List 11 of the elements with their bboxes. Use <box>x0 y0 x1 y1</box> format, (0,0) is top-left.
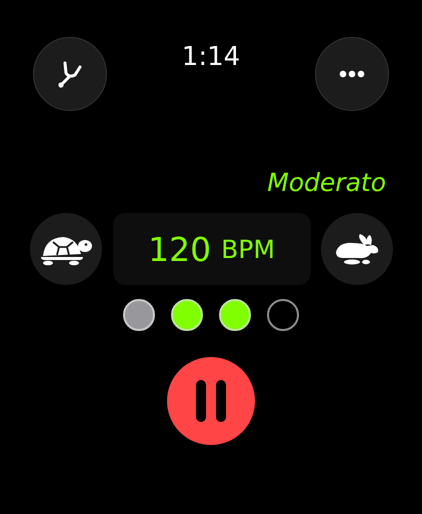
beat-dot <box>267 299 299 331</box>
beat-dot <box>123 299 155 331</box>
tempo-name: Moderato <box>266 168 387 197</box>
pause-icon <box>194 378 228 424</box>
more-icon <box>338 70 365 78</box>
time-label: 1:14 <box>182 42 240 72</box>
beat-dot <box>171 299 203 331</box>
bpm-unit: BPM <box>221 234 275 264</box>
bpm-value: 120 <box>148 230 212 268</box>
beat-dot <box>219 299 251 331</box>
rabbit-icon <box>333 232 381 266</box>
